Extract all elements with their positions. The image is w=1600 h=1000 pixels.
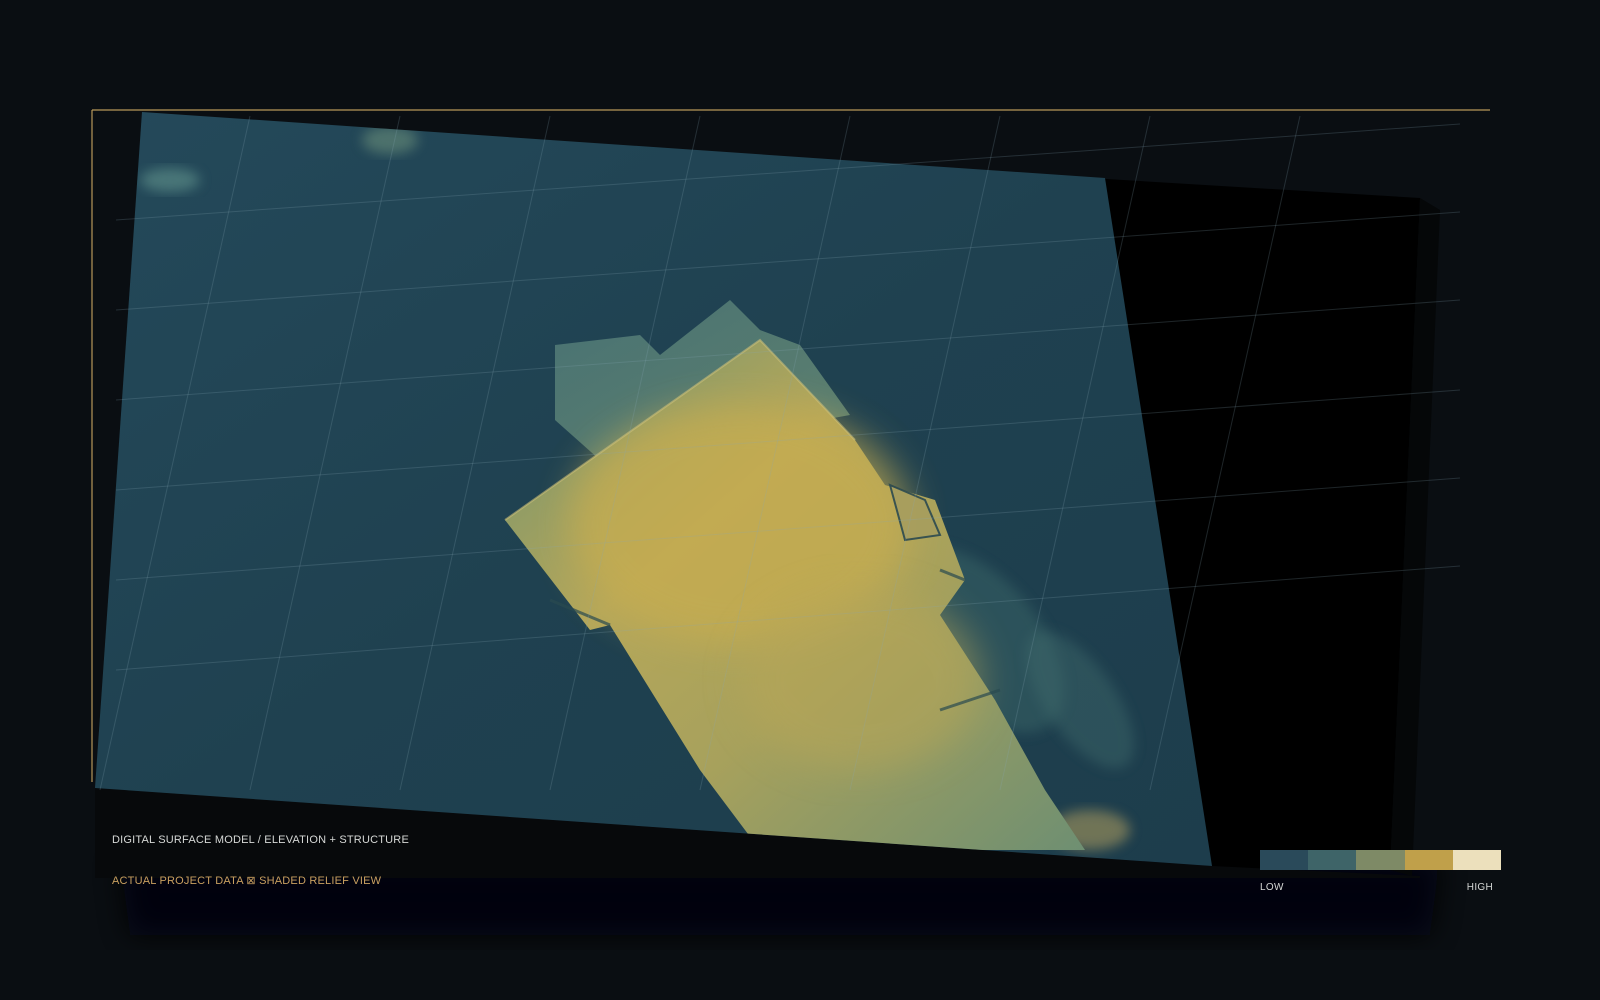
legend-swatch-3 [1356, 850, 1405, 870]
legend-swatch-5 [1452, 850, 1502, 870]
legend-high-label: HIGH [1466, 882, 1493, 893]
map-title: DIGITAL SURFACE MODEL / ELEVATION + STRU… [112, 834, 409, 846]
legend-swatch-1 [1260, 850, 1309, 870]
legend-swatch-2 [1308, 850, 1357, 870]
legend-swatch-4 [1404, 850, 1453, 870]
map-subtitle: ACTUAL PROJECT DATA ⊠ SHADED RELIEF VIEW [112, 875, 382, 887]
elevation-legend: LOW HIGH [1260, 850, 1502, 900]
map-canvas: DIGITAL SURFACE MODEL / ELEVATION + STRU… [0, 0, 1600, 1000]
legend-color-ramp [1260, 850, 1502, 870]
legend-low-label: LOW [1260, 882, 1284, 893]
